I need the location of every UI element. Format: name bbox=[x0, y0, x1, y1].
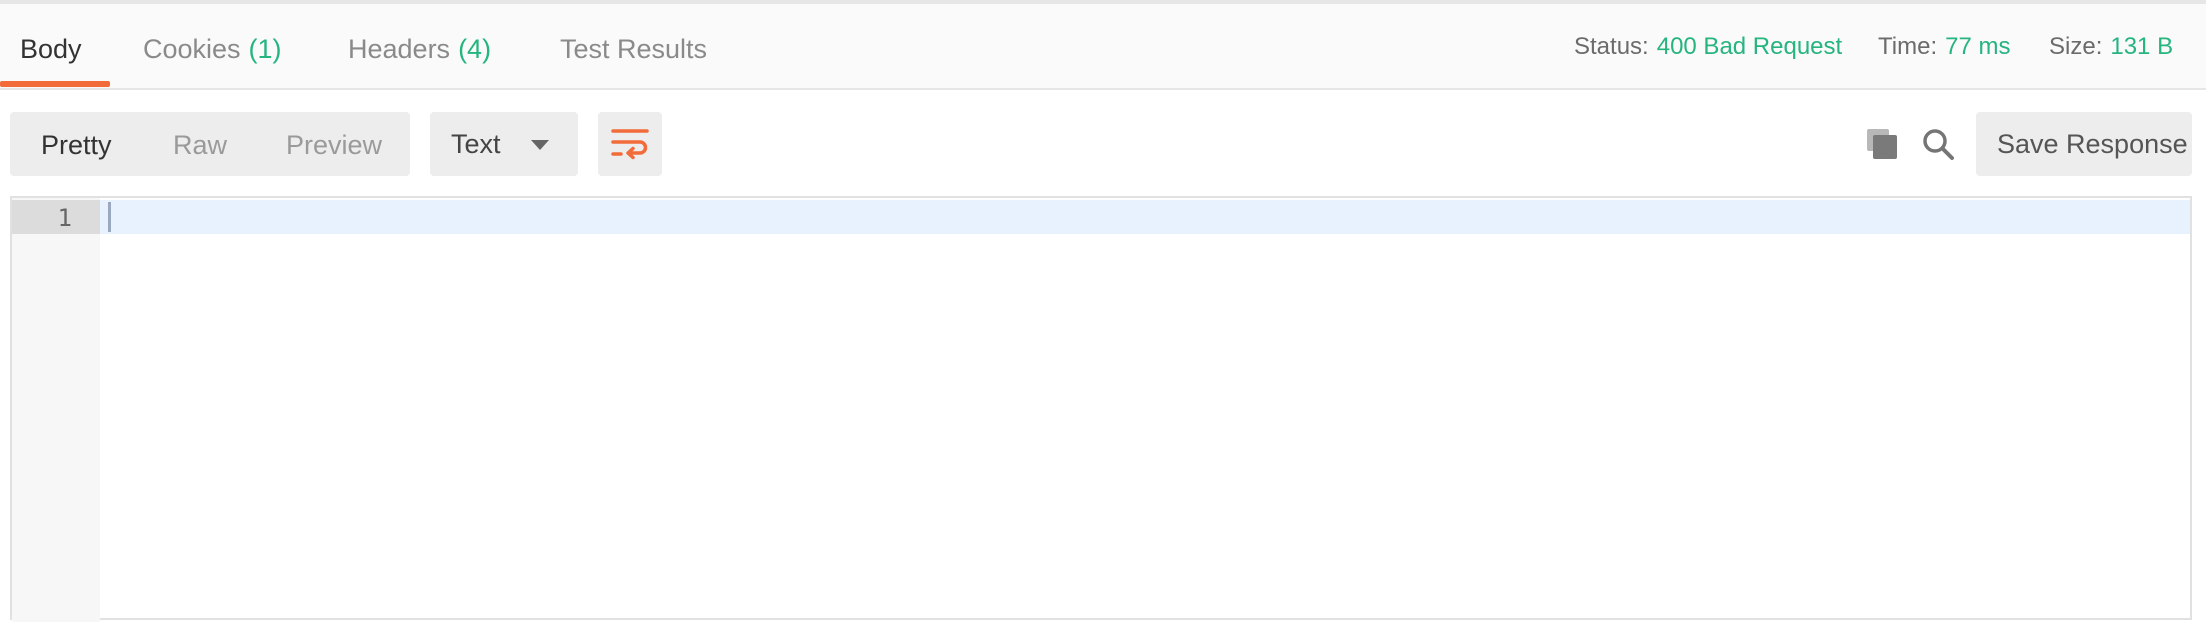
tab-cookies-count: (1) bbox=[248, 34, 282, 64]
line-number: 1 bbox=[57, 204, 72, 232]
time-label: Time: bbox=[1878, 33, 1938, 60]
size-label: Size: bbox=[2049, 33, 2103, 60]
text-cursor bbox=[108, 202, 111, 232]
search-icon bbox=[1923, 129, 1954, 160]
tab-headers[interactable]: Headers (4) bbox=[348, 34, 491, 65]
time-value: 77 ms bbox=[1945, 33, 2011, 60]
copy-button[interactable] bbox=[1864, 126, 1902, 164]
view-mode-preview[interactable]: Preview bbox=[286, 130, 382, 161]
view-mode-raw[interactable]: Raw bbox=[173, 130, 227, 161]
status-value: 400 Bad Request bbox=[1656, 33, 1843, 60]
copy-icon bbox=[1867, 129, 1897, 159]
response-body-editor[interactable]: 1 bbox=[10, 196, 2192, 622]
size-value: 131 B bbox=[2110, 33, 2174, 60]
tab-test-results-label: Test Results bbox=[560, 34, 708, 64]
wrap-lines-icon bbox=[611, 129, 649, 160]
tab-headers-count: (4) bbox=[458, 34, 492, 64]
view-mode-selector: Pretty Raw Preview bbox=[10, 112, 410, 176]
response-status: Status: 400 Bad Request bbox=[1574, 33, 1842, 61]
format-dropdown[interactable]: Text bbox=[430, 112, 578, 176]
chevron-down-icon bbox=[531, 140, 549, 150]
search-button[interactable] bbox=[1920, 126, 1958, 164]
response-time: Time: 77 ms bbox=[1878, 33, 2010, 61]
tab-cookies[interactable]: Cookies (1) bbox=[143, 34, 282, 65]
format-dropdown-value: Text bbox=[451, 129, 501, 159]
active-line-highlight bbox=[100, 200, 2190, 234]
save-response-label: Save Response bbox=[1997, 129, 2188, 159]
tab-body-label: Body bbox=[20, 34, 82, 64]
save-response-button[interactable]: Save Response bbox=[1976, 112, 2192, 176]
tab-test-results[interactable]: Test Results bbox=[560, 34, 707, 65]
tab-headers-label: Headers bbox=[348, 34, 451, 64]
response-size: Size: 131 B bbox=[2049, 33, 2173, 61]
status-label: Status: bbox=[1574, 33, 1649, 60]
wrap-lines-button[interactable] bbox=[598, 112, 662, 176]
view-mode-pretty[interactable]: Pretty bbox=[41, 130, 112, 161]
tab-cookies-label: Cookies bbox=[143, 34, 241, 64]
response-tab-bar: Body Cookies (1) Headers (4) Test Results … bbox=[0, 4, 2206, 90]
line-number-gutter bbox=[12, 198, 100, 622]
tab-body[interactable]: Body bbox=[20, 34, 82, 65]
active-tab-indicator bbox=[0, 81, 110, 87]
